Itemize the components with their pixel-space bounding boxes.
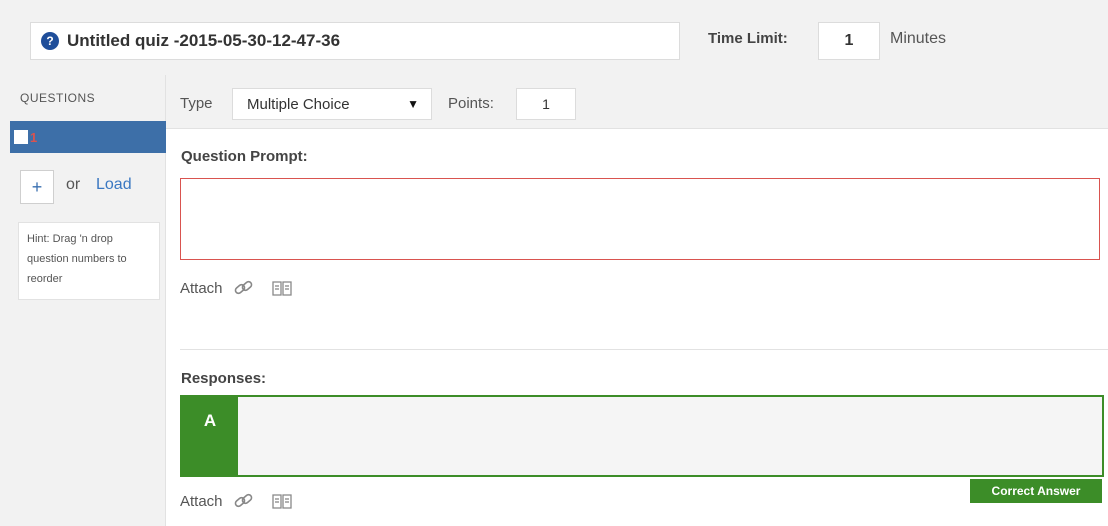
question-number: 1 xyxy=(30,129,38,145)
link-icon[interactable] xyxy=(233,491,255,511)
question-circle-icon: ? xyxy=(41,32,59,50)
minutes-label: Minutes xyxy=(890,30,947,47)
question-toolbar: Type Multiple Choice ▼ Points: 1 xyxy=(166,75,1108,129)
link-icon[interactable] xyxy=(233,278,255,298)
correct-answer-button[interactable]: Correct Answer xyxy=(970,479,1102,503)
attach-label: Attach xyxy=(180,492,223,510)
responses-title: Responses: xyxy=(181,370,267,387)
question-prompt-title: Question Prompt: xyxy=(181,148,308,165)
points-input[interactable]: 1 xyxy=(516,88,576,120)
prompt-attach-row: Attach xyxy=(180,278,309,298)
quiz-title-field[interactable]: ? Untitled quiz -2015-05-30-12-47-36 xyxy=(30,22,680,60)
section-divider xyxy=(180,349,1108,350)
question-checkbox[interactable] xyxy=(14,130,28,144)
response-a[interactable]: A xyxy=(180,395,1104,477)
or-text: or xyxy=(66,176,81,193)
attach-label: Attach xyxy=(180,279,223,297)
book-icon[interactable] xyxy=(271,278,293,298)
load-link[interactable]: Load xyxy=(96,176,132,194)
points-label: Points: xyxy=(448,95,494,112)
book-icon[interactable] xyxy=(271,491,293,511)
add-question-button[interactable]: + xyxy=(20,170,54,204)
quiz-title[interactable]: Untitled quiz -2015-05-30-12-47-36 xyxy=(67,31,340,51)
questions-header: QUESTIONS xyxy=(20,91,96,105)
quiz-header: ? Untitled quiz -2015-05-30-12-47-36 Tim… xyxy=(0,0,1108,75)
caret-down-icon: ▼ xyxy=(407,97,419,111)
time-limit-input[interactable]: 1 xyxy=(818,22,880,60)
type-label: Type xyxy=(180,95,213,112)
response-attach-row: Attach xyxy=(180,491,309,511)
questions-sidebar: QUESTIONS 1 + or Load Hint: Drag 'n drop… xyxy=(0,75,166,526)
response-letter: A xyxy=(182,397,238,475)
question-prompt-input[interactable] xyxy=(180,178,1100,260)
question-type-value: Multiple Choice xyxy=(247,95,350,113)
time-limit-label: Time Limit: xyxy=(708,30,788,47)
reorder-hint: Hint: Drag 'n drop question numbers to r… xyxy=(18,222,160,300)
question-item-1[interactable]: 1 xyxy=(10,121,166,153)
question-type-select[interactable]: Multiple Choice ▼ xyxy=(232,88,432,120)
